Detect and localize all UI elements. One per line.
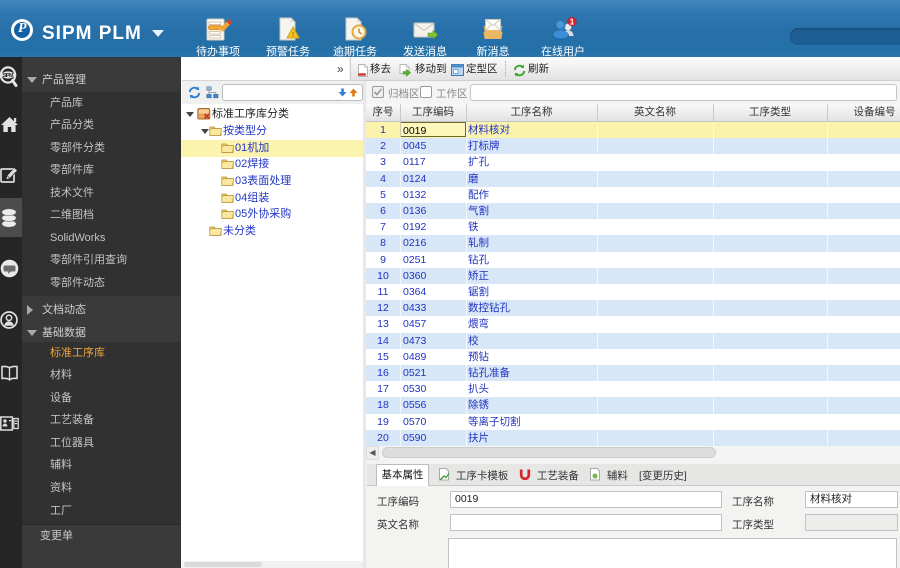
svg-text:SIPM: SIPM xyxy=(3,73,14,79)
svg-text:!: ! xyxy=(292,32,294,39)
svg-text:1: 1 xyxy=(570,18,575,27)
